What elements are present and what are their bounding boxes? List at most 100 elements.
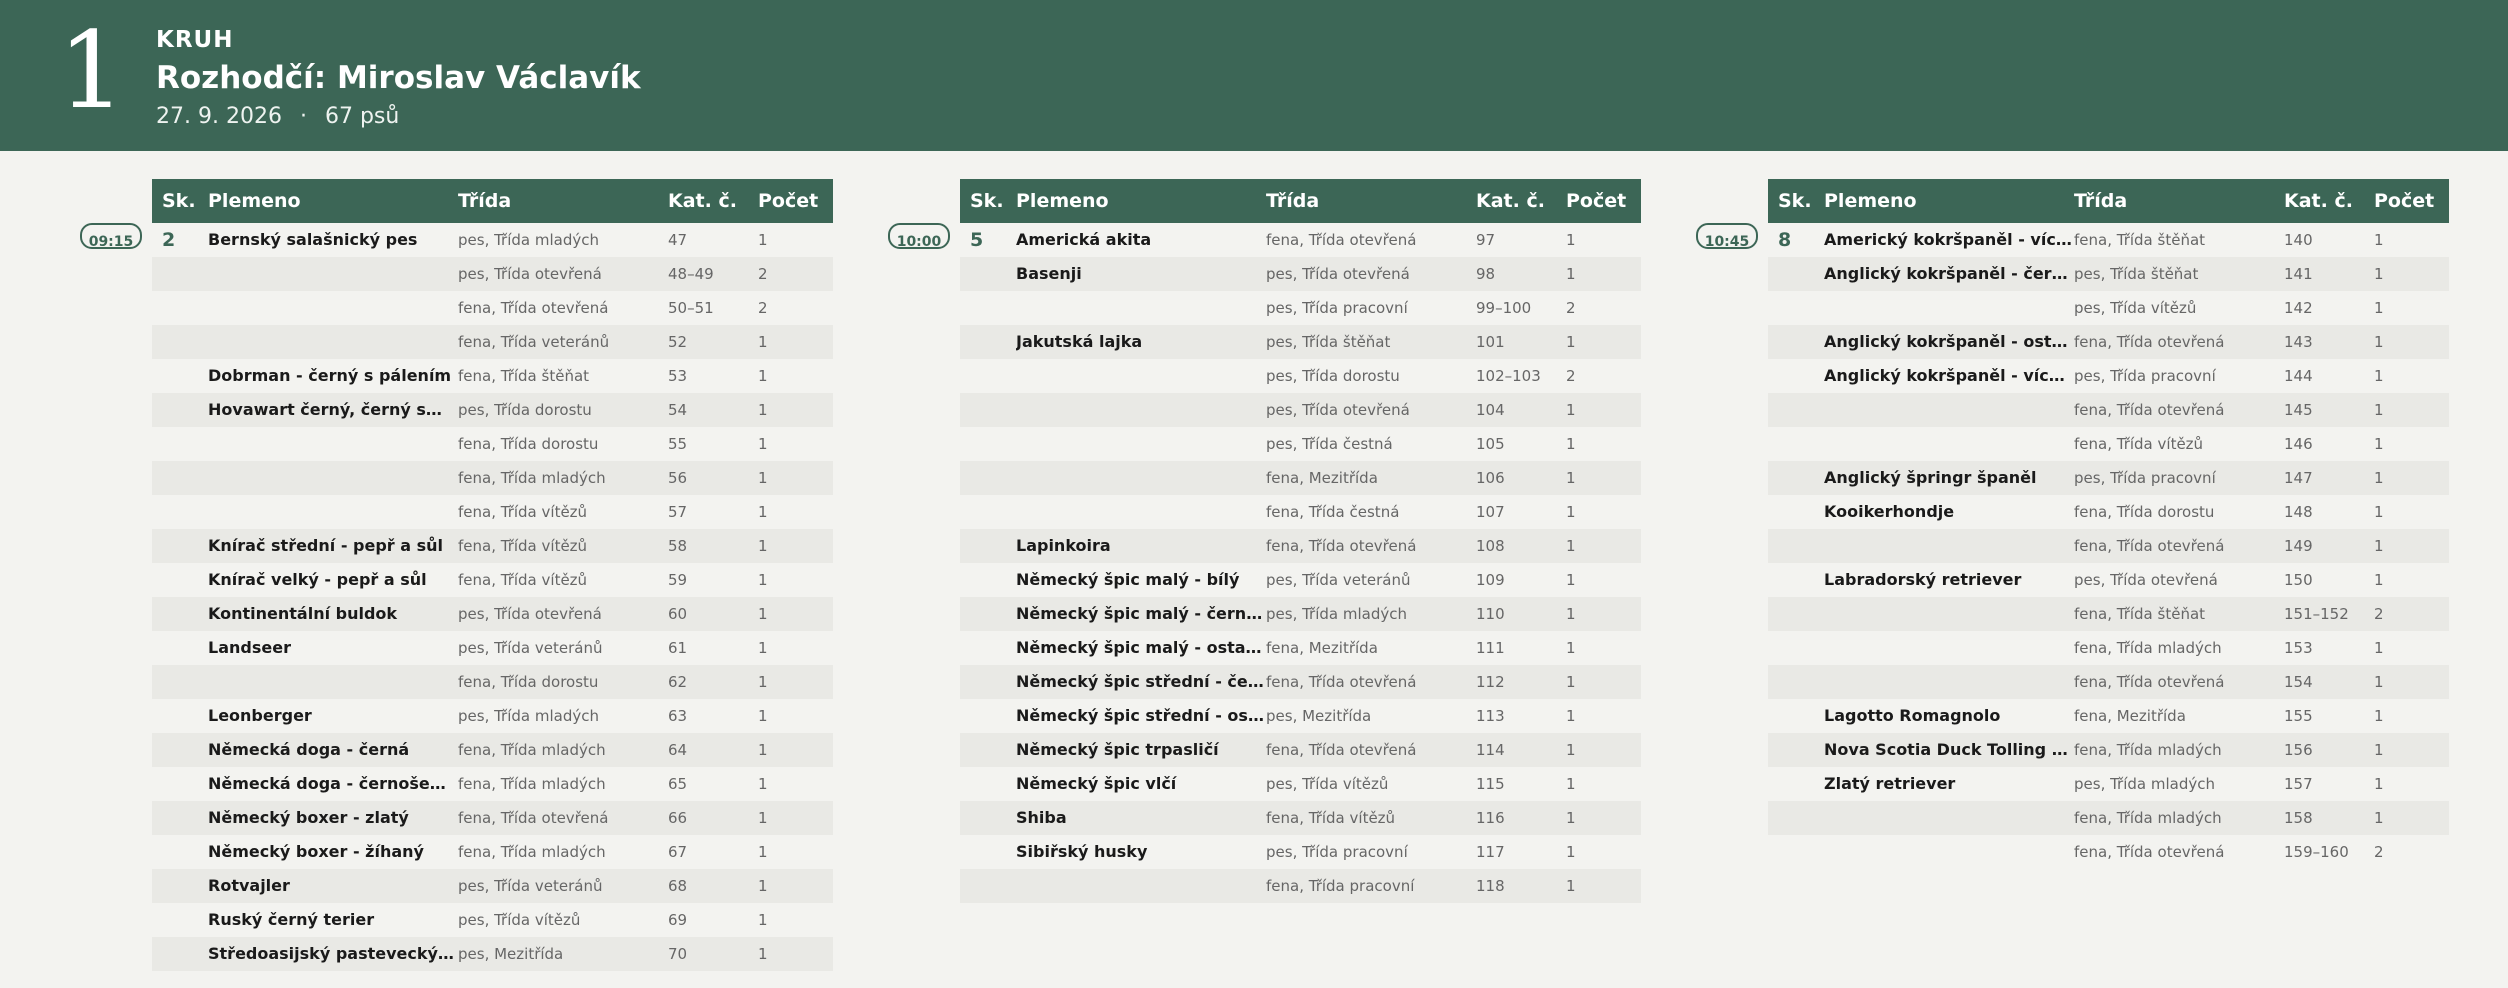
catalog-number: 111: [1476, 639, 1505, 657]
entry-count: 1: [1566, 401, 1576, 419]
catalog-number: 97: [1476, 231, 1496, 249]
class-name: pes, Třída vítězů: [458, 911, 581, 929]
table-row: pes, Třída dorostu 102–103 2: [960, 359, 1641, 393]
time-badge: 10:45: [1696, 223, 1758, 250]
table-row: pes, Třída čestná 105 1: [960, 427, 1641, 461]
table-row: fena, Mezitřída 106 1: [960, 461, 1641, 495]
class-name: fena, Třída mladých: [2074, 809, 2222, 827]
entry-count: 1: [758, 537, 768, 555]
breed-name: Knírač střední - pepř a sůl: [208, 536, 444, 555]
catalog-number: 108: [1476, 537, 1505, 555]
entry-count: 1: [1566, 265, 1576, 283]
entry-count: 1: [758, 707, 768, 725]
catalog-number: 48–49: [668, 265, 714, 283]
breed-name: Lagotto Romagnolo: [1824, 706, 2001, 725]
entry-count: 1: [2374, 707, 2384, 725]
class-name: pes, Třída otevřená: [458, 265, 602, 283]
table-row: Lagotto Romagnolo fena, Mezitřída 155 1: [1768, 699, 2449, 733]
table-row: Anglický špringr španěl pes, Třída pracov…: [1768, 461, 2449, 495]
class-name: pes, Třída dorostu: [458, 401, 592, 419]
entry-count: 1: [2374, 299, 2384, 317]
entry-count: 1: [2374, 401, 2384, 419]
schedule-table: Sk. Plemeno Třída Kat. č. Počet 10:45 8 Americk…: [1696, 179, 2449, 869]
catalog-number: 107: [1476, 503, 1505, 521]
entry-count: 1: [758, 367, 768, 385]
catalog-number: 57: [668, 503, 688, 521]
table-row: Anglický kokršpaněl - čer… pes, Třída ště…: [1768, 257, 2449, 291]
catalog-number: 56: [668, 469, 688, 487]
entry-count: 1: [2374, 775, 2384, 793]
table-row: fena, Třída vítězů 146 1: [1768, 427, 2449, 461]
class-name: fena, Třída mladých: [458, 843, 606, 861]
header-plemeno: Plemeno: [1016, 190, 1109, 212]
entry-count: 2: [2374, 605, 2384, 623]
table-row: fena, Třída čestná 107 1: [960, 495, 1641, 529]
breed-name: Ruský černý terier: [208, 910, 375, 929]
catalog-number: 147: [2284, 469, 2313, 487]
table-row: 10:45 8 Americký kokršpaněl - víc… fena, Tř…: [1696, 223, 2449, 257]
entry-count: 1: [1566, 673, 1576, 691]
catalog-number: 140: [2284, 231, 2313, 249]
table-row: fena, Třída otevřená 154 1: [1768, 665, 2449, 699]
class-name: pes, Třída vítězů: [1266, 775, 1389, 793]
catalog-number: 145: [2284, 401, 2313, 419]
class-name: fena, Třída štěňat: [2074, 605, 2206, 623]
breed-name: Anglický kokršpaněl - víc…: [1824, 366, 2065, 385]
breed-name: Knírač velký - pepř a sůl: [208, 570, 427, 589]
table-body: 10:00 5 Americká akita fena, Třída otevřená…: [888, 223, 1641, 903]
catalog-number: 104: [1476, 401, 1505, 419]
catalog-number: 67: [668, 843, 688, 861]
entry-count: 1: [2374, 333, 2384, 351]
entry-count: 1: [758, 639, 768, 657]
class-name: fena, Třída mladých: [2074, 741, 2222, 759]
class-name: fena, Třída otevřená: [2074, 537, 2225, 555]
header-pocet: Počet: [758, 190, 819, 212]
class-name: pes, Třída mladých: [458, 231, 599, 249]
entry-count: 1: [1566, 843, 1576, 861]
breed-name: Hovawart černý, černý s…: [208, 400, 442, 419]
table-body: 10:45 8 Americký kokršpaněl - víc… fena, Tř…: [1696, 223, 2449, 869]
catalog-number: 47: [668, 231, 688, 249]
table-row: Německá doga - černá fena, Třída mladých 6…: [152, 733, 833, 767]
ring-label: KRUH: [156, 27, 234, 53]
class-name: pes, Třída štěňat: [2074, 265, 2199, 283]
entry-count: 1: [758, 401, 768, 419]
table-row: Knírač velký - pepř a sůl fena, Třída vít…: [152, 563, 833, 597]
entry-count: 1: [758, 843, 768, 861]
class-name: pes, Třída mladých: [1266, 605, 1407, 623]
table-row: Leonberger pes, Třída mladých 63 1: [152, 699, 833, 733]
class-name: pes, Třída otevřená: [458, 605, 602, 623]
header-plemeno: Plemeno: [208, 190, 301, 212]
group-number: 2: [162, 229, 176, 251]
class-name: pes, Třída štěňat: [1266, 333, 1391, 351]
catalog-number: 58: [668, 537, 688, 555]
table-row: Jakutská lajka pes, Třída štěňat 101 1: [960, 325, 1641, 359]
table-row: pes, Třída pracovní 99–100 2: [960, 291, 1641, 325]
entry-count: 1: [758, 911, 768, 929]
table-row: pes, Třída vítězů 142 1: [1768, 291, 2449, 325]
class-name: pes, Třída čestná: [1266, 435, 1393, 453]
table-row: Anglický kokršpaněl - víc… pes, Třída pra…: [1768, 359, 2449, 393]
breed-name: Německý boxer - zlatý: [208, 808, 409, 827]
group-number: 8: [1778, 229, 1792, 251]
class-name: fena, Třída otevřená: [1266, 231, 1417, 249]
entry-count: 1: [2374, 639, 2384, 657]
class-name: pes, Třída pracovní: [2074, 367, 2216, 385]
table-row: Lapinkoira fena, Třída otevřená 108 1: [960, 529, 1641, 563]
header-trida: Třída: [2074, 190, 2128, 212]
table-row: fena, Třída štěňat 151–152 2: [1768, 597, 2449, 631]
class-name: fena, Třída dorostu: [458, 435, 599, 453]
entry-count: 1: [758, 605, 768, 623]
breed-name: Leonberger: [208, 706, 312, 725]
class-name: fena, Třída mladých: [458, 469, 606, 487]
entry-count: 1: [758, 741, 768, 759]
entry-count: 1: [758, 877, 768, 895]
catalog-number: 150: [2284, 571, 2313, 589]
table-row: fena, Třída dorostu 62 1: [152, 665, 833, 699]
catalog-number: 118: [1476, 877, 1505, 895]
table-row: Německý špic malý - černý… pes, Třída mla…: [960, 597, 1641, 631]
table-row: Německý špic trpasličí fena, Třída otevře…: [960, 733, 1641, 767]
table-row: Německý boxer - žíhaný fena, Třída mladýc…: [152, 835, 833, 869]
table-row: fena, Třída pracovní 118 1: [960, 869, 1641, 903]
table-row: fena, Třída mladých 153 1: [1768, 631, 2449, 665]
